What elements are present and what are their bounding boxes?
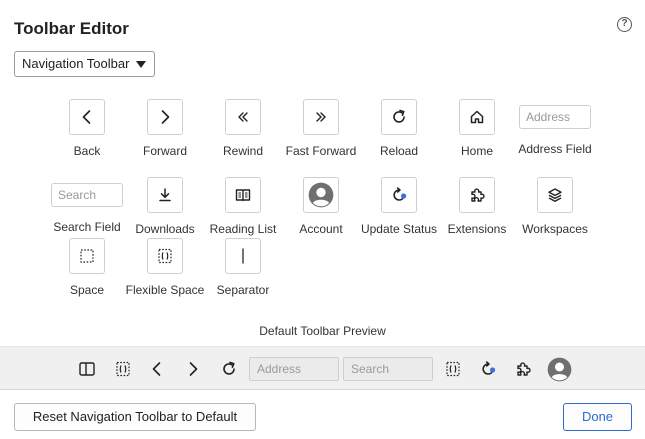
toolbar-preview: Address Search xyxy=(0,346,645,390)
toolbar-item-label: Home xyxy=(460,144,493,158)
update-status-icon[interactable] xyxy=(478,359,498,379)
done-button[interactable]: Done xyxy=(563,403,632,431)
reset-toolbar-button[interactable]: Reset Navigation Toolbar to Default xyxy=(14,403,256,431)
toolbar-item-account[interactable]: Account xyxy=(276,177,366,236)
window-title: Toolbar Editor xyxy=(14,19,129,38)
toolbar-item-label: Reading List xyxy=(209,222,277,236)
toolbar-item-label: Fast Forward xyxy=(285,144,357,158)
toolbar-item-flexible-space[interactable]: Flexible Space xyxy=(120,238,210,297)
toolbar-item-label: Space xyxy=(69,283,105,297)
toolbar-item-home[interactable]: Home xyxy=(432,99,522,158)
update-status-icon xyxy=(393,187,407,201)
space-icon xyxy=(80,249,94,263)
toolbar-item-label: Separator xyxy=(216,283,270,297)
toolbar-item-update-status[interactable]: Update Status xyxy=(354,177,444,236)
toolbar-item-forward[interactable]: Forward xyxy=(120,99,210,158)
toolbar-item-extensions[interactable]: Extensions xyxy=(432,177,522,236)
toolbar-item-fast-forward[interactable]: Fast Forward xyxy=(276,99,366,158)
flexible-space-icon[interactable] xyxy=(113,359,133,379)
reload-icon[interactable] xyxy=(219,359,239,379)
toolbar-select-value: Navigation Toolbar xyxy=(22,56,130,71)
toolbar-item-workspaces[interactable]: Workspaces xyxy=(510,177,600,236)
toolbar-item-label: Flexible Space xyxy=(125,283,205,297)
toolbar-item-label: Reload xyxy=(379,144,419,158)
preview-address-field[interactable]: Address xyxy=(249,357,339,381)
book-icon xyxy=(235,189,251,202)
toolbar-item-label: Account xyxy=(299,222,343,236)
puzzle-icon[interactable] xyxy=(513,359,533,379)
download-icon xyxy=(159,188,171,202)
toolbar-item-address-field[interactable]: Address Address Field xyxy=(510,99,600,156)
help-icon[interactable]: ? xyxy=(617,17,632,32)
toolbar-item-reading-list[interactable]: Reading List xyxy=(198,177,288,236)
chevron-right-icon[interactable] xyxy=(183,359,203,379)
toolbar-item-separator[interactable]: Separator xyxy=(198,238,288,297)
layers-icon xyxy=(548,188,562,202)
separator-icon xyxy=(242,248,244,264)
avatar-icon xyxy=(308,182,334,208)
chevron-left-icon[interactable] xyxy=(147,359,167,379)
toolbar-item-label: Address Field xyxy=(518,142,592,156)
chevron-right-icon xyxy=(161,110,170,124)
toolbar-item-label: Downloads xyxy=(135,222,195,236)
puzzle-icon xyxy=(471,188,485,202)
double-chevron-right-icon xyxy=(316,112,326,122)
avatar-icon[interactable] xyxy=(547,357,572,382)
toolbar-item-label: Workspaces xyxy=(522,222,588,236)
preview-label: Default Toolbar Preview xyxy=(259,324,386,338)
toolbar-item-space[interactable]: Space xyxy=(42,238,132,297)
toolbar-item-label: Search Field xyxy=(53,220,121,234)
toolbar-item-label: Forward xyxy=(142,144,187,158)
preview-search-field[interactable]: Search xyxy=(343,357,433,381)
toolbar-item-rewind[interactable]: Rewind xyxy=(198,99,288,158)
toolbar-item-label: Rewind xyxy=(222,144,264,158)
toolbar-item-downloads[interactable]: Downloads xyxy=(120,177,210,236)
sidebar-icon[interactable] xyxy=(77,359,97,379)
toolbar-item-search-field[interactable]: Search Search Field xyxy=(42,177,132,234)
address-field-sample: Address xyxy=(519,105,591,129)
search-field-sample: Search xyxy=(51,183,123,207)
toolbar-item-label: Extensions xyxy=(447,222,507,236)
toolbar-select[interactable]: Navigation Toolbar xyxy=(14,51,155,77)
reload-icon xyxy=(393,109,405,123)
flexible-space-icon xyxy=(158,248,172,264)
home-icon xyxy=(470,110,484,124)
double-chevron-left-icon xyxy=(238,112,248,122)
dropdown-caret-icon xyxy=(136,61,146,68)
toolbar-item-label: Back xyxy=(73,144,101,158)
toolbar-item-label: Update Status xyxy=(360,222,438,236)
chevron-left-icon xyxy=(82,110,91,124)
flexible-space-icon[interactable] xyxy=(443,359,463,379)
toolbar-item-back[interactable]: Back xyxy=(42,99,132,158)
toolbar-item-reload[interactable]: Reload xyxy=(354,99,444,158)
